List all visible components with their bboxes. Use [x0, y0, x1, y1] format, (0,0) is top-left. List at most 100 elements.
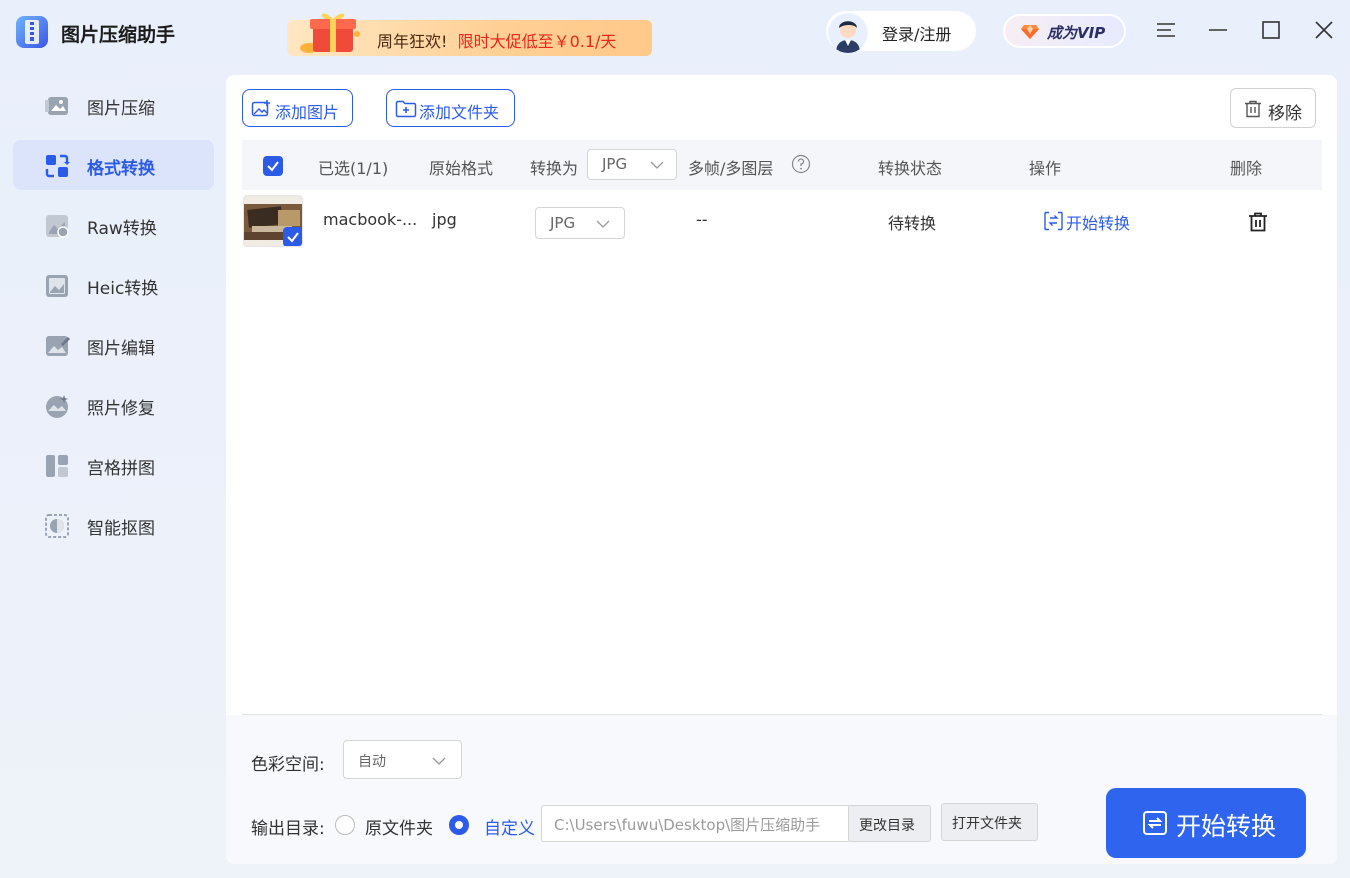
login-label: 登录/注册: [882, 25, 952, 44]
login-button[interactable]: 登录/注册: [826, 11, 976, 53]
promo-text-a: 周年狂欢!: [377, 32, 448, 51]
multi-frame-value: --: [696, 210, 708, 229]
promo-text: 周年狂欢! 限时大促低至￥0.1/天: [377, 28, 616, 52]
sidebar-item-format-convert[interactable]: 格式转换: [13, 140, 214, 190]
row-start-convert-link[interactable]: 开始转换: [1044, 208, 1164, 234]
sidebar-item-label: 图片压缩: [87, 99, 155, 119]
image-edit-icon: [46, 336, 70, 356]
convert-icon: [1143, 811, 1167, 835]
delete-icon[interactable]: [1247, 211, 1269, 233]
sidebar-item-photo-repair[interactable]: 照片修复: [13, 380, 214, 430]
photo-repair-icon: [46, 395, 68, 418]
convert-all-value: JPG: [602, 155, 628, 173]
sidebar-item-label: 格式转换: [87, 159, 155, 179]
diamond-icon: [1021, 25, 1039, 39]
header-status: 转换状态: [878, 159, 943, 178]
sidebar-item-label: 图片编辑: [87, 339, 155, 359]
header-action: 操作: [1029, 159, 1062, 178]
add-image-button[interactable]: 添加图片: [242, 89, 353, 127]
start-convert-button[interactable]: 开始转换: [1106, 788, 1306, 858]
heic-convert-icon: [46, 275, 68, 297]
add-folder-icon: [395, 100, 417, 118]
check-icon: [287, 232, 299, 243]
chevron-down-icon: [650, 161, 664, 169]
convert-file-icon: [1044, 211, 1063, 231]
sidebar-item-heic-convert[interactable]: Heic转换: [13, 260, 214, 310]
raw-convert-icon: [46, 215, 69, 238]
row-checkbox[interactable]: [283, 227, 302, 246]
check-icon: [267, 161, 279, 172]
sidebar-item-label: 照片修复: [87, 399, 155, 419]
open-folder-label: 打开文件夹: [952, 816, 1022, 832]
title-bar: 图片压缩助手 周年狂欢! 限时大促低至￥0.1/天 登录/注册 成为VIP: [0, 0, 1350, 64]
file-format: jpg: [432, 210, 457, 229]
image-thumbnail: [243, 195, 303, 247]
maximize-icon[interactable]: [1259, 18, 1283, 42]
format-convert-icon: [45, 154, 70, 178]
sidebar-item-label: 智能抠图: [87, 519, 155, 539]
help-icon[interactable]: [791, 154, 811, 174]
color-space-label: 色彩空间:: [251, 755, 325, 775]
color-space-value: 自动: [358, 754, 386, 770]
add-image-icon: [251, 100, 270, 117]
start-convert-label: 开始转换: [1066, 214, 1131, 233]
promo-banner[interactable]: 周年狂欢! 限时大促低至￥0.1/天: [287, 13, 652, 58]
main-panel: 添加图片 添加文件夹 移除 已选(1/1) 原始格式 转换为 JPG 多帧/多图…: [226, 75, 1337, 864]
open-folder-button[interactable]: 打开文件夹: [941, 803, 1038, 841]
output-path-value: C:\Users\fuwu\Desktop\图片压缩助手: [554, 816, 821, 834]
app-title: 图片压缩助手: [61, 24, 176, 46]
settings-footer: 色彩空间: 自动 输出目录: 原文件夹 自定义 C:\Users\fuwu\De…: [226, 715, 1337, 864]
app-logo-icon: [16, 16, 48, 48]
add-folder-label: 添加文件夹: [419, 103, 500, 122]
sidebar-item-label: Raw转换: [87, 219, 157, 239]
file-name: macbook-...: [323, 210, 418, 229]
promo-text-b: 限时大促低至￥0.1/天: [457, 32, 617, 51]
header-original-format: 原始格式: [429, 159, 494, 178]
sidebar-item-label: Heic转换: [87, 279, 159, 299]
convert-all-select[interactable]: JPG: [587, 149, 677, 180]
chevron-down-icon: [596, 220, 610, 228]
remove-label: 移除: [1268, 104, 1302, 124]
change-dir-button[interactable]: 更改目录: [848, 805, 931, 842]
vip-button[interactable]: 成为VIP: [1003, 14, 1126, 48]
radio-custom-folder[interactable]: [449, 815, 469, 835]
sidebar-item-raw-convert[interactable]: Raw转换: [13, 200, 214, 250]
minimize-icon[interactable]: [1206, 18, 1230, 42]
header-convert-to: 转换为: [530, 159, 579, 178]
row-convert-value: JPG: [550, 214, 576, 232]
change-dir-label: 更改目录: [859, 818, 915, 834]
sidebar-item-grid-collage[interactable]: 宫格拼图: [13, 440, 214, 490]
chevron-down-icon: [432, 757, 446, 765]
color-space-select[interactable]: 自动: [343, 740, 462, 779]
table-row[interactable]: macbook-... jpg JPG -- 待转换 开始转换: [242, 190, 1322, 254]
output-dir-label: 输出目录:: [251, 819, 325, 839]
remove-button[interactable]: 移除: [1230, 88, 1316, 128]
trash-icon: [1245, 100, 1261, 118]
sidebar-item-label: 宫格拼图: [87, 459, 155, 479]
radio-original-folder[interactable]: [335, 815, 355, 835]
image-compress-icon: [45, 97, 68, 115]
sidebar-item-smart-cutout[interactable]: 智能抠图: [13, 500, 214, 550]
app-window: 图片压缩助手 周年狂欢! 限时大促低至￥0.1/天 登录/注册 成为VIP 图片…: [0, 0, 1350, 878]
row-convert-select[interactable]: JPG: [535, 207, 625, 239]
sidebar-item-image-edit[interactable]: 图片编辑: [13, 320, 214, 370]
original-folder-label: 原文件夹: [365, 819, 433, 839]
header-delete: 删除: [1230, 159, 1263, 178]
avatar: [828, 13, 868, 53]
header-selected: 已选(1/1): [318, 159, 389, 178]
gift-box-icon: [300, 13, 360, 53]
custom-folder-label: 自定义: [484, 819, 535, 839]
table-header: 已选(1/1) 原始格式 转换为 JPG 多帧/多图层 转换状态 操作 删除: [242, 140, 1322, 190]
status-text: 待转换: [888, 214, 937, 233]
grid-collage-icon: [46, 455, 68, 477]
select-all-checkbox[interactable]: [263, 156, 283, 176]
close-icon[interactable]: [1312, 18, 1336, 42]
menu-icon[interactable]: [1154, 18, 1178, 42]
start-convert-main-label: 开始转换: [1176, 812, 1277, 841]
add-folder-button[interactable]: 添加文件夹: [386, 89, 515, 127]
output-path-input[interactable]: C:\Users\fuwu\Desktop\图片压缩助手: [541, 805, 849, 842]
sidebar-item-image-compress[interactable]: 图片压缩: [13, 80, 214, 130]
smart-cutout-icon: [45, 514, 69, 538]
add-image-label: 添加图片: [275, 103, 340, 122]
user-avatar-icon: [829, 14, 867, 53]
